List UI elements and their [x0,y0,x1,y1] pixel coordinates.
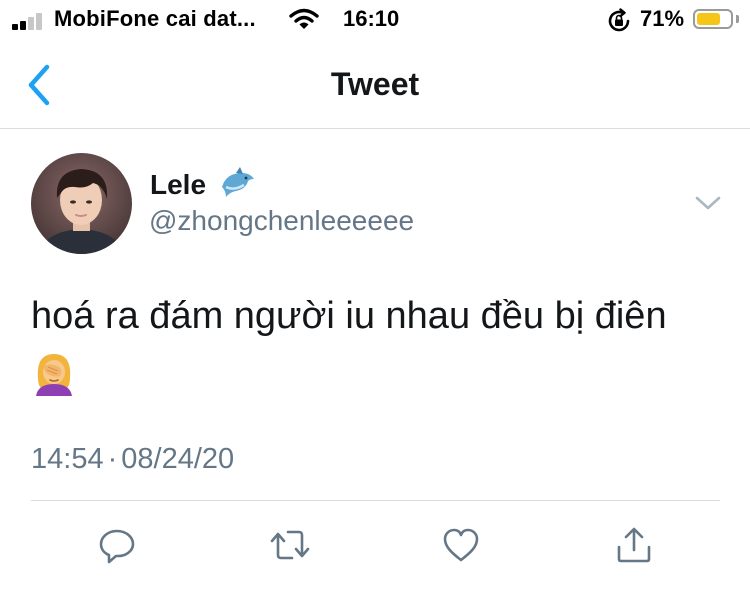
dolphin-icon [220,166,256,204]
author-name-row[interactable]: Lele [150,166,256,204]
tweet-actions [0,520,750,570]
battery-level-fill [697,13,720,25]
author-handle[interactable]: @zhongchenleeeeee [149,205,414,237]
status-bar: MobiFone cai dat... 16:10 71% [0,0,750,40]
carrier-label: MobiFone cai dat... [54,6,256,31]
timestamp-separator: · [107,443,118,475]
reply-button[interactable] [92,520,142,570]
like-button[interactable] [436,520,486,570]
battery-icon [693,9,733,29]
signal-icon [12,12,48,30]
navigation-bar: Tweet [0,40,750,129]
person-facepalming-icon [30,348,78,401]
share-icon [617,527,651,563]
page-title: Tweet [330,66,420,102]
tweet-timestamp[interactable]: 14:54 · 08/24/20 [31,443,234,476]
battery-percentage: 71% [640,6,685,31]
chevron-down-icon [695,196,721,210]
share-button[interactable] [609,520,659,570]
retweet-button[interactable] [265,520,315,570]
orientation-lock-icon [606,8,632,39]
divider [31,500,720,501]
tweet-text: hoá ra đám người iu nhau đều bị điên [31,295,667,337]
retweet-icon [270,530,310,560]
tweet-time: 14:54 [31,443,104,475]
battery-terminal [736,15,739,23]
reply-icon [99,529,135,564]
tweet-date: 08/24/20 [121,443,235,475]
wifi-icon [289,8,319,35]
author-display-name[interactable]: Lele [150,169,206,201]
heart-icon [443,528,479,562]
avatar[interactable] [31,153,132,254]
more-options-button[interactable] [694,194,722,217]
clock: 16:10 [343,6,400,31]
